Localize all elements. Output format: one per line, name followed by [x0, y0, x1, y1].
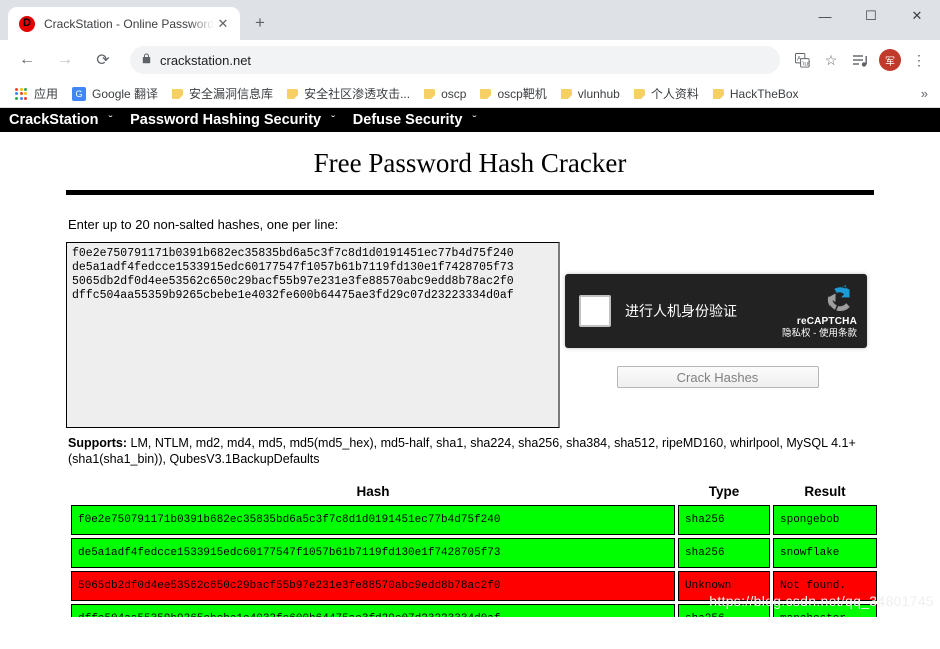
address-bar-url: crackstation.net: [160, 52, 252, 68]
cell-result: spongebob: [773, 505, 877, 535]
recaptcha-checkbox[interactable]: [579, 295, 611, 327]
tab-title: CrackStation - Online Password: [44, 16, 214, 31]
site-navbar: CrackStation ˇ Password Hashing Security…: [0, 108, 940, 132]
page-content: CrackStation ˇ Password Hashing Security…: [0, 108, 940, 617]
back-icon[interactable]: ←: [13, 46, 41, 74]
bookmark-label: 个人资料: [650, 87, 699, 101]
supports-label: Supports:: [68, 436, 128, 450]
column-header-result: Result: [804, 484, 846, 499]
recaptcha-brand: reCAPTCHA 隐私权 - 使用条款: [782, 281, 857, 342]
page-title: Free Password Hash Cracker: [313, 148, 627, 178]
profile-avatar[interactable]: 军: [879, 49, 901, 71]
column-header-type: Type: [708, 484, 740, 499]
input-row: 进行人机身份验证 reCAPTCHA 隐私权 - 使用条款 Crack: [66, 242, 874, 428]
recaptcha-logo-icon: [827, 284, 850, 311]
bookmark-label: 应用: [34, 87, 59, 101]
tab-strip: D CrackStation - Online Password ✕ + — ☐…: [0, 0, 940, 40]
bookmark-folder-5[interactable]: vlunhub: [554, 84, 627, 104]
window-controls: — ☐ ✕: [802, 0, 940, 32]
media-controls-icon[interactable]: [847, 47, 873, 73]
bookmark-folder-4[interactable]: oscp靶机: [473, 82, 553, 105]
results-header-row: Hash Type Result: [71, 484, 877, 502]
nav-item-defuse-security[interactable]: Defuse Security ˇ: [349, 112, 490, 128]
table-row: f0e2e750791171b0391b682ec35835bd6a5c3f7c…: [71, 505, 877, 535]
folder-icon: [712, 88, 724, 99]
bookmark-google-translate[interactable]: G Google 翻译: [65, 82, 165, 105]
browser-menu-icon[interactable]: ⋮: [906, 47, 932, 73]
bookmark-folder-1[interactable]: 安全漏洞信息库: [165, 82, 280, 105]
address-bar[interactable]: crackstation.net: [130, 46, 780, 74]
reload-icon[interactable]: ⟳: [89, 46, 117, 74]
recaptcha-terms[interactable]: 隐私权 - 使用条款: [782, 328, 857, 340]
table-row: de5a1adf4fedcce1533915edc60177547f1057b6…: [71, 538, 877, 568]
browser-tab-crackstation[interactable]: D CrackStation - Online Password ✕: [8, 7, 240, 40]
nav-item-password-hashing-security[interactable]: Password Hashing Security ˇ: [126, 112, 349, 128]
maximize-button[interactable]: ☐: [848, 0, 894, 32]
new-tab-button[interactable]: +: [246, 9, 274, 37]
supports-text: Supports: LM, NTLM, md2, md4, md5, md5(m…: [68, 435, 868, 467]
bookmark-folder-3[interactable]: oscp: [417, 84, 473, 104]
bookmark-label: 安全社区渗透攻击...: [304, 87, 411, 101]
recaptcha-widget[interactable]: 进行人机身份验证 reCAPTCHA 隐私权 - 使用条款: [565, 274, 867, 348]
bookmark-label: oscp靶机: [497, 87, 547, 101]
cell-result: snowflake: [773, 538, 877, 568]
close-window-button[interactable]: ✕: [894, 0, 940, 32]
column-header-hash: Hash: [356, 484, 390, 499]
forward-icon[interactable]: →: [51, 46, 79, 74]
bookmarks-overflow-icon[interactable]: »: [921, 86, 932, 101]
folder-icon: [480, 88, 492, 99]
translate-icon[interactable]: A\u6587: [789, 47, 815, 73]
chevron-down-icon[interactable]: ˇ: [466, 115, 488, 125]
cell-type: sha256: [678, 505, 770, 535]
browser-toolbar: ← → ⟳ crackstation.net A\u6587 ☆ 军 ⋮: [0, 40, 940, 80]
recaptcha-brand-name: reCAPTCHA: [796, 315, 857, 327]
title-divider: [66, 190, 874, 195]
lock-icon: [142, 53, 151, 67]
bookmark-label: 安全漏洞信息库: [189, 87, 274, 101]
chevron-down-icon[interactable]: ˇ: [102, 115, 124, 125]
tab-favicon-icon: D: [19, 15, 35, 32]
folder-icon: [172, 88, 184, 99]
captcha-column: 进行人机身份验证 reCAPTCHA 隐私权 - 使用条款 Crack Hash…: [565, 242, 870, 388]
bookmark-star-icon[interactable]: ☆: [818, 47, 844, 73]
google-translate-icon: G: [72, 86, 87, 101]
bookmark-folder-2[interactable]: 安全社区渗透攻击...: [280, 82, 417, 105]
hash-input-label: Enter up to 20 non-salted hashes, one pe…: [68, 217, 339, 232]
folder-icon: [560, 88, 572, 99]
crack-hashes-button[interactable]: Crack Hashes: [616, 366, 819, 388]
bookmark-apps[interactable]: 应用: [8, 82, 65, 105]
cell-hash: f0e2e750791171b0391b682ec35835bd6a5c3f7c…: [71, 505, 675, 535]
nav-item-label: CrackStation: [9, 112, 99, 128]
nav-item-label: Password Hashing Security: [130, 112, 322, 128]
supports-list: LM, NTLM, md2, md4, md5, md5(md5_hex), m…: [68, 436, 856, 466]
watermark: https://blog.csdn.net/qq_34801745: [709, 593, 934, 609]
bookmark-label: vlunhub: [577, 86, 620, 101]
bookmark-label: Google 翻译: [92, 87, 159, 101]
folder-icon: [633, 88, 645, 99]
folder-icon: [424, 88, 436, 99]
folder-icon: [287, 88, 299, 99]
bookmarks-bar: 应用 G Google 翻译 安全漏洞信息库 安全社区渗透攻击... oscp …: [0, 80, 940, 108]
nav-item-crackstation[interactable]: CrackStation ˇ: [5, 112, 126, 128]
hash-input[interactable]: [66, 242, 560, 428]
cell-hash: 5065db2df0d4ee53562c650c29bacf55b97e231e…: [71, 571, 675, 601]
bookmark-folder-6[interactable]: 个人资料: [627, 82, 706, 105]
tab-close-icon[interactable]: ✕: [214, 15, 232, 33]
svg-text:\u6587: \u6587: [802, 60, 810, 67]
minimize-button[interactable]: —: [802, 0, 848, 32]
apps-grid-icon: [15, 87, 27, 100]
chevron-down-icon[interactable]: ˇ: [325, 115, 347, 125]
bookmark-label: oscp: [441, 86, 467, 101]
bookmark-label: HackTheBox: [729, 86, 799, 101]
recaptcha-label: 进行人机身份验证: [625, 303, 737, 319]
browser-window: D CrackStation - Online Password ✕ + — ☐…: [0, 0, 940, 108]
nav-item-label: Defuse Security: [352, 112, 463, 128]
bookmark-folder-7[interactable]: HackTheBox: [706, 84, 806, 104]
cell-type: sha256: [678, 538, 770, 568]
cell-hash: de5a1adf4fedcce1533915edc60177547f1057b6…: [71, 538, 675, 568]
cell-hash: dffc504aa55359b9265cbebe1e4032fe600b6447…: [71, 604, 675, 617]
page-container: Free Password Hash Cracker Enter up to 2…: [0, 148, 940, 617]
